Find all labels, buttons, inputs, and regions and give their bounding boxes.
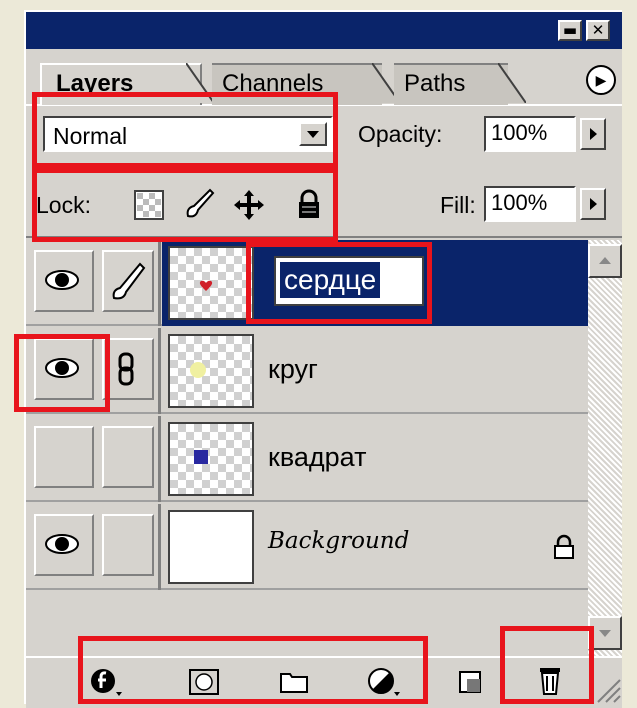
lock-label: Lock: xyxy=(36,192,91,218)
layer-name: квадрат xyxy=(268,442,367,472)
opacity-slider-button[interactable] xyxy=(580,118,606,150)
trash-icon[interactable] xyxy=(532,664,568,696)
layer-row[interactable]: Background xyxy=(26,504,588,590)
brush-icon xyxy=(112,262,146,300)
layer-set-folder-icon[interactable] xyxy=(276,666,312,698)
opacity-input[interactable]: 100% xyxy=(484,116,576,152)
layer-name: Background xyxy=(268,528,410,554)
eye-icon xyxy=(45,358,79,378)
layer-name-edit-field[interactable]: сердце xyxy=(274,256,424,306)
new-layer-icon[interactable] xyxy=(454,666,490,698)
blend-options-row: Normal Opacity: 100% xyxy=(26,104,622,170)
lock-transparent-pixels-icon[interactable] xyxy=(132,188,166,222)
layer-style-icon[interactable] xyxy=(88,666,124,698)
circle-shape xyxy=(190,362,206,378)
layer-row[interactable]: круг xyxy=(26,328,588,414)
layer-row[interactable]: сердце xyxy=(26,240,588,326)
layer-thumbnail xyxy=(168,334,254,408)
resize-grip-icon[interactable] xyxy=(592,674,622,704)
opacity-label: Opacity: xyxy=(358,121,443,147)
fill-input[interactable]: 100% xyxy=(484,186,576,222)
tab-channels[interactable]: Channels xyxy=(212,63,382,105)
close-button[interactable]: ✕ xyxy=(586,20,610,41)
scroll-up-button[interactable] xyxy=(588,244,622,278)
layer-link-cell[interactable] xyxy=(102,514,154,576)
layers-empty-space xyxy=(26,592,588,600)
layer-thumbnail xyxy=(168,246,254,320)
chevron-down-icon xyxy=(599,630,611,637)
layers-list: сердце круг квадрат Background xyxy=(26,240,588,600)
layer-name-selected-text: сердце xyxy=(280,262,381,298)
lock-image-pixels-brush-icon[interactable] xyxy=(182,186,216,220)
heart-shape xyxy=(199,280,213,291)
layers-palette: ▬ ✕ Layers Channels Paths ▶ Normal Opaci… xyxy=(24,10,622,708)
blend-mode-select[interactable]: Normal xyxy=(43,116,333,152)
chain-link-icon xyxy=(118,352,134,386)
layer-mode-cell[interactable] xyxy=(102,250,154,312)
layer-visibility-toggle[interactable] xyxy=(34,426,94,488)
divider xyxy=(158,240,161,326)
layer-thumbnail xyxy=(168,422,254,496)
divider xyxy=(158,504,161,590)
layer-name: круг xyxy=(268,354,318,384)
divider xyxy=(158,416,161,502)
chevron-up-icon xyxy=(599,257,611,264)
fill-slider-button[interactable] xyxy=(580,188,606,220)
scroll-down-button[interactable] xyxy=(588,616,622,650)
layer-link-cell[interactable] xyxy=(102,338,154,400)
fill-label: Fill: xyxy=(440,192,476,218)
tab-edge xyxy=(186,63,214,103)
layers-bottom-toolbar xyxy=(26,656,622,708)
lock-all-padlock-icon[interactable] xyxy=(292,188,326,222)
tab-paths[interactable]: Paths xyxy=(394,63,508,105)
minimize-button[interactable]: ▬ xyxy=(558,20,582,41)
lock-fill-row: Lock: Fill: 100% xyxy=(26,172,622,238)
layer-visibility-toggle[interactable] xyxy=(34,338,94,400)
layer-visibility-toggle[interactable] xyxy=(34,250,94,312)
blend-mode-value: Normal xyxy=(53,123,128,149)
eye-icon xyxy=(45,534,79,554)
tab-strip: Layers Channels Paths ▶ xyxy=(26,49,622,106)
tab-layers[interactable]: Layers xyxy=(40,63,202,105)
divider xyxy=(158,328,161,414)
layer-mask-icon[interactable] xyxy=(186,666,222,698)
layer-link-cell[interactable] xyxy=(102,426,154,488)
chevron-down-icon[interactable] xyxy=(299,122,327,146)
tab-edge xyxy=(498,63,526,103)
layer-lock-icon xyxy=(554,534,574,559)
layers-scrollbar[interactable] xyxy=(588,240,622,656)
palette-menu-arrow-icon[interactable]: ▶ xyxy=(586,65,616,95)
layer-visibility-toggle[interactable] xyxy=(34,514,94,576)
palette-title-bar[interactable]: ▬ ✕ xyxy=(26,12,622,49)
square-shape xyxy=(194,450,208,464)
lock-position-move-icon[interactable] xyxy=(232,188,266,222)
layer-row[interactable]: квадрат xyxy=(26,416,588,502)
adjustment-layer-icon[interactable] xyxy=(366,666,402,698)
eye-icon xyxy=(45,270,79,290)
layer-thumbnail xyxy=(168,510,254,584)
